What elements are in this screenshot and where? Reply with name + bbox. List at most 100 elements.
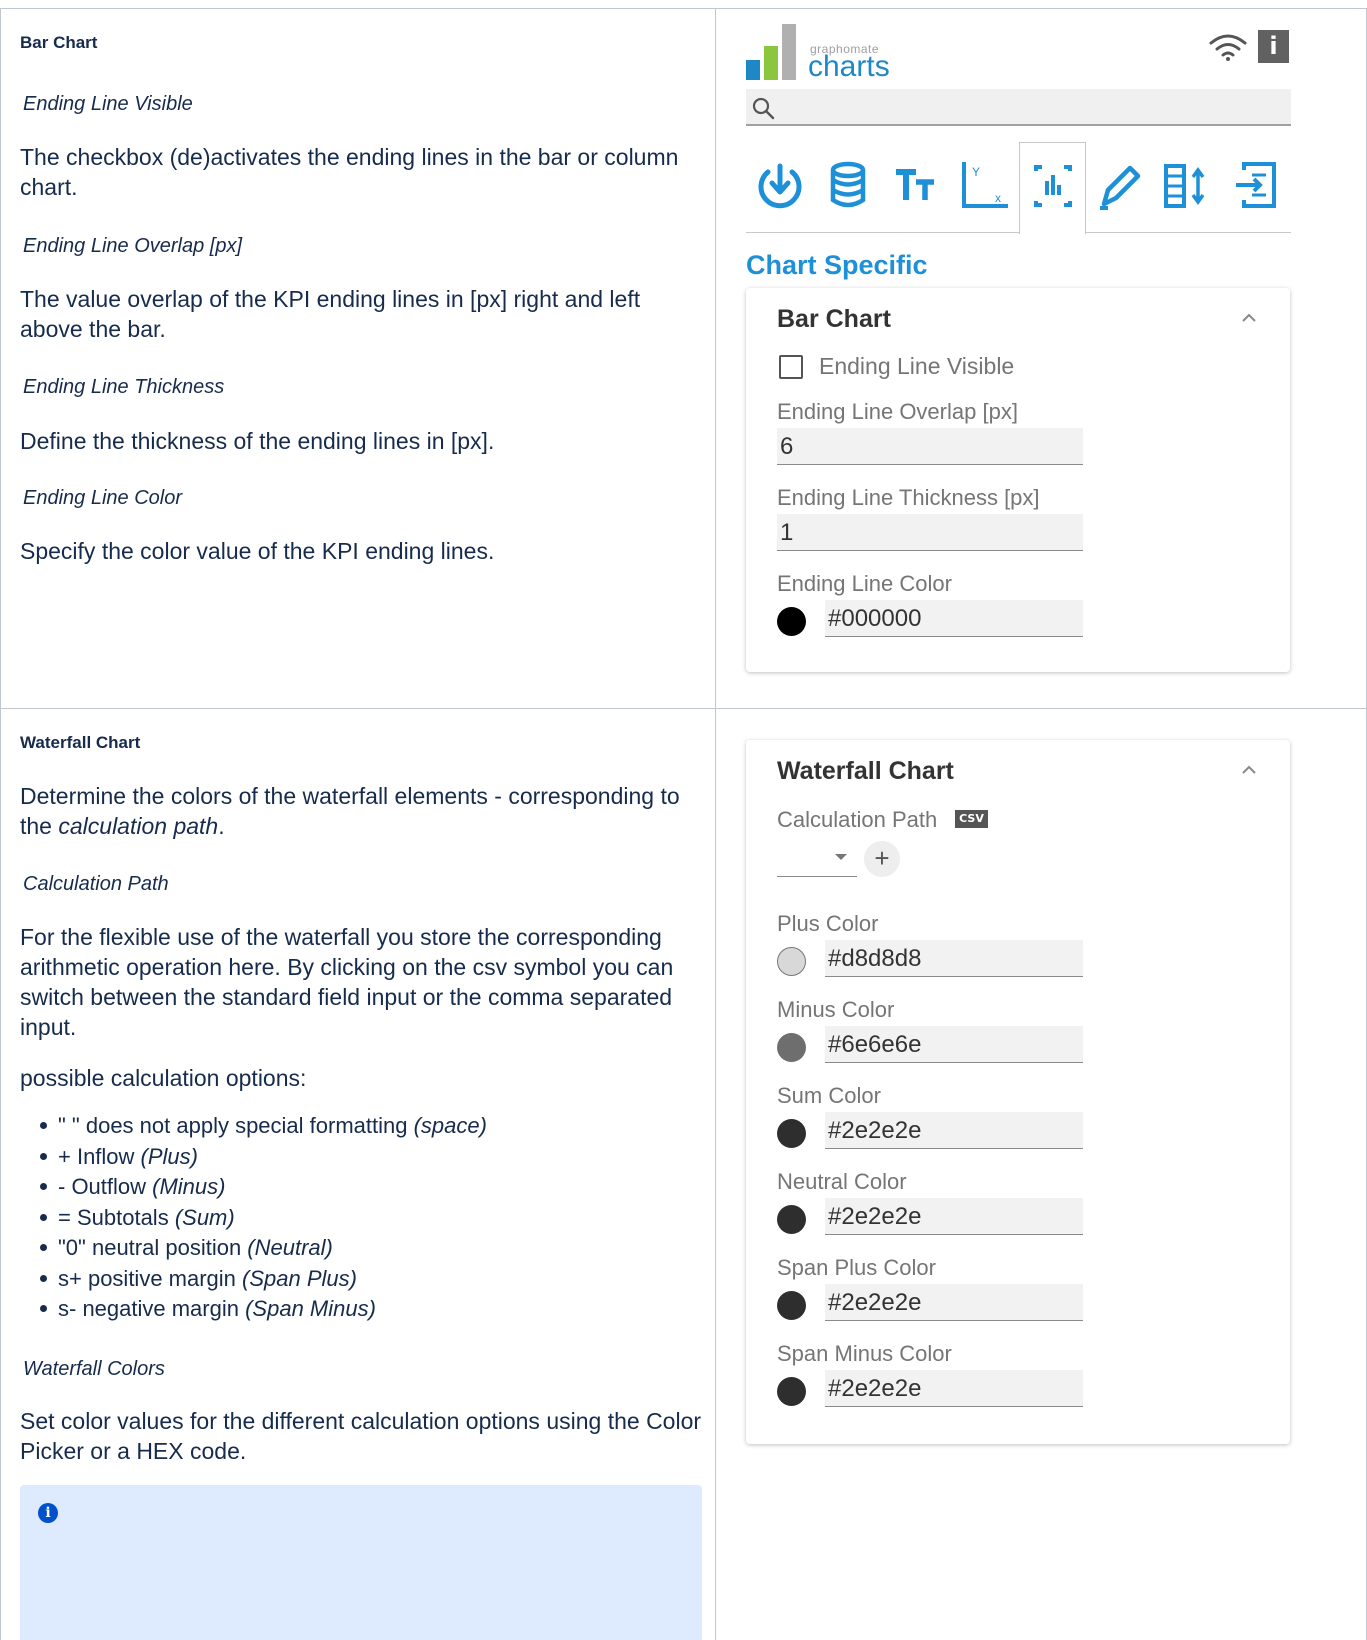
thickness-field[interactable]: 1: [777, 514, 1083, 551]
list-item: "0" neutral position (Neutral): [20, 1233, 702, 1264]
top-icons: i: [1208, 30, 1292, 64]
info-panel: i: [20, 1485, 702, 1640]
color-swatch[interactable]: [777, 947, 806, 976]
settings-tabs: Y x: [746, 142, 1291, 234]
option-emphasis: (Span Minus): [245, 1296, 376, 1321]
color-label: Span Plus Color: [777, 1255, 936, 1280]
color-swatch[interactable]: [777, 1119, 806, 1148]
bar-chart-card: Bar Chart Ending Line Visible Ending Lin…: [746, 288, 1290, 672]
overlap-field[interactable]: 6: [777, 428, 1083, 465]
calculation-options-list: " " does not apply special formatting (s…: [20, 1111, 702, 1325]
list-item: + Inflow (Plus): [20, 1142, 702, 1173]
color-label: Plus Color: [777, 911, 879, 936]
color-field[interactable]: #000000: [825, 600, 1083, 637]
waterfall-chart-card: Waterfall Chart Calculation Path CSV + P…: [746, 740, 1290, 1444]
database-icon: [830, 161, 866, 208]
tab-pen[interactable]: [1086, 142, 1154, 234]
color-field[interactable]: #6e6e6e: [825, 1026, 1083, 1063]
logo-bar-2: [764, 46, 778, 80]
calculation-path-dropdown[interactable]: [777, 840, 857, 877]
logo-bar-3: [782, 24, 796, 80]
waterfall-doc-colors-text: Set color values for the different calcu…: [20, 1408, 702, 1464]
bar-doc-item-thickness-text: Define the thickness of the ending lines…: [20, 428, 495, 454]
search-input[interactable]: [746, 89, 1291, 126]
tab-data-refresh[interactable]: [746, 142, 814, 234]
color-field[interactable]: #2e2e2e: [825, 1198, 1083, 1235]
color-swatch[interactable]: [777, 1205, 806, 1234]
waterfall-doc-calc-title: Calculation Path: [23, 873, 169, 895]
svg-text:Y: Y: [972, 165, 980, 179]
option-text: s- negative margin: [58, 1296, 246, 1321]
text-format-icon: [896, 169, 934, 200]
ending-line-visible-checkbox[interactable]: [779, 355, 803, 379]
overlap-label: Ending Line Overlap [px]: [777, 399, 1018, 424]
logo-bar-1: [746, 60, 760, 80]
search-icon: [752, 97, 775, 120]
card-title: Waterfall Chart: [777, 757, 954, 785]
logo-title: charts: [808, 50, 890, 83]
waterfall-doc-intro: Determine the colors of the waterfall el…: [20, 781, 702, 841]
bar-doc-item-visible-text: The checkbox (de)activates the ending li…: [20, 144, 679, 200]
color-swatch[interactable]: [777, 1291, 806, 1320]
waterfall-doc-options-list: " " does not apply special formatting (s…: [20, 1111, 702, 1325]
section-title: Chart Specific: [746, 250, 928, 280]
bar-doc-item-color-text: Specify the color value of the KPI endin…: [20, 538, 495, 564]
color-field[interactable]: #2e2e2e: [825, 1112, 1083, 1149]
bar-doc-item-visible-title: Ending Line Visible: [23, 93, 193, 115]
csv-toggle[interactable]: CSV: [955, 810, 988, 828]
bar-doc-heading: Bar Chart: [20, 33, 98, 52]
color-field[interactable]: #2e2e2e: [825, 1370, 1083, 1407]
chart-specific-icon: [1034, 165, 1072, 207]
svg-text:x: x: [995, 191, 1001, 205]
color-swatch[interactable]: [777, 1033, 806, 1062]
chevron-up-icon[interactable]: [1240, 764, 1258, 776]
intro-end: .: [218, 813, 225, 839]
list-item: s+ positive margin (Span Plus): [20, 1264, 702, 1295]
color-swatch[interactable]: [777, 1377, 806, 1406]
option-emphasis: (Neutral): [247, 1235, 333, 1260]
option-emphasis: (Span Plus): [242, 1265, 357, 1291]
tab-chart-specific[interactable]: [1019, 142, 1086, 234]
color-swatch[interactable]: [777, 607, 806, 636]
checkbox-label: Ending Line Visible: [819, 353, 1015, 379]
color-label: Span Minus Color: [777, 1341, 952, 1366]
tab-text-format[interactable]: [882, 142, 950, 234]
option-text: " " does not apply special formatting: [58, 1113, 414, 1138]
list-item: s- negative margin (Span Minus): [20, 1294, 702, 1325]
card-title: Bar Chart: [777, 305, 891, 333]
info-icon: i: [38, 1503, 58, 1523]
color-label: Neutral Color: [777, 1169, 907, 1194]
thickness-label: Ending Line Thickness [px]: [777, 485, 1040, 510]
tab-export[interactable]: [1222, 142, 1290, 234]
color-field[interactable]: #2e2e2e: [825, 1284, 1083, 1321]
bar-doc-item-overlap-text: The value overlap of the KPI ending line…: [20, 286, 641, 342]
waterfall-doc-options-lead: possible calculation options:: [20, 1065, 307, 1091]
tab-table-sort[interactable]: [1154, 142, 1222, 234]
bar-doc-item-thickness-title: Ending Line Thickness: [23, 376, 225, 398]
color-field[interactable]: #d8d8d8: [825, 940, 1083, 977]
export-icon: [1236, 162, 1276, 208]
graphomate-logo: graphomate charts: [746, 22, 946, 88]
calculation-path-label: Calculation Path: [777, 807, 938, 832]
list-item: = Subtotals (Sum): [20, 1203, 702, 1234]
waterfall-doc-calc-text: For the flexible use of the waterfall yo…: [20, 924, 674, 1040]
option-text: + Inflow: [58, 1143, 141, 1169]
bar-doc-item-overlap-title: Ending Line Overlap [px]: [23, 235, 243, 257]
option-emphasis: (Plus): [140, 1143, 198, 1169]
info-button[interactable]: i: [1258, 30, 1289, 63]
tab-axis[interactable]: Y x: [950, 142, 1018, 234]
tab-database[interactable]: [814, 142, 882, 234]
caret-down-icon: [835, 854, 847, 860]
option-emphasis: (space): [413, 1113, 487, 1138]
waterfall-doc-heading: Waterfall Chart: [20, 733, 141, 752]
intro-emphasis: calculation path: [58, 813, 219, 839]
chevron-up-icon[interactable]: [1240, 312, 1258, 324]
bar-doc-item-color-title: Ending Line Color: [23, 487, 182, 509]
list-item: " " does not apply special formatting (s…: [20, 1111, 702, 1142]
list-item: - Outflow (Minus): [20, 1172, 702, 1203]
option-emphasis: (Sum): [174, 1204, 235, 1230]
waterfall-doc-colors-title: Waterfall Colors: [23, 1358, 165, 1380]
color-label: Ending Line Color: [777, 571, 952, 596]
option-text: - Outflow: [58, 1174, 153, 1199]
add-calculation-button[interactable]: +: [864, 841, 900, 877]
